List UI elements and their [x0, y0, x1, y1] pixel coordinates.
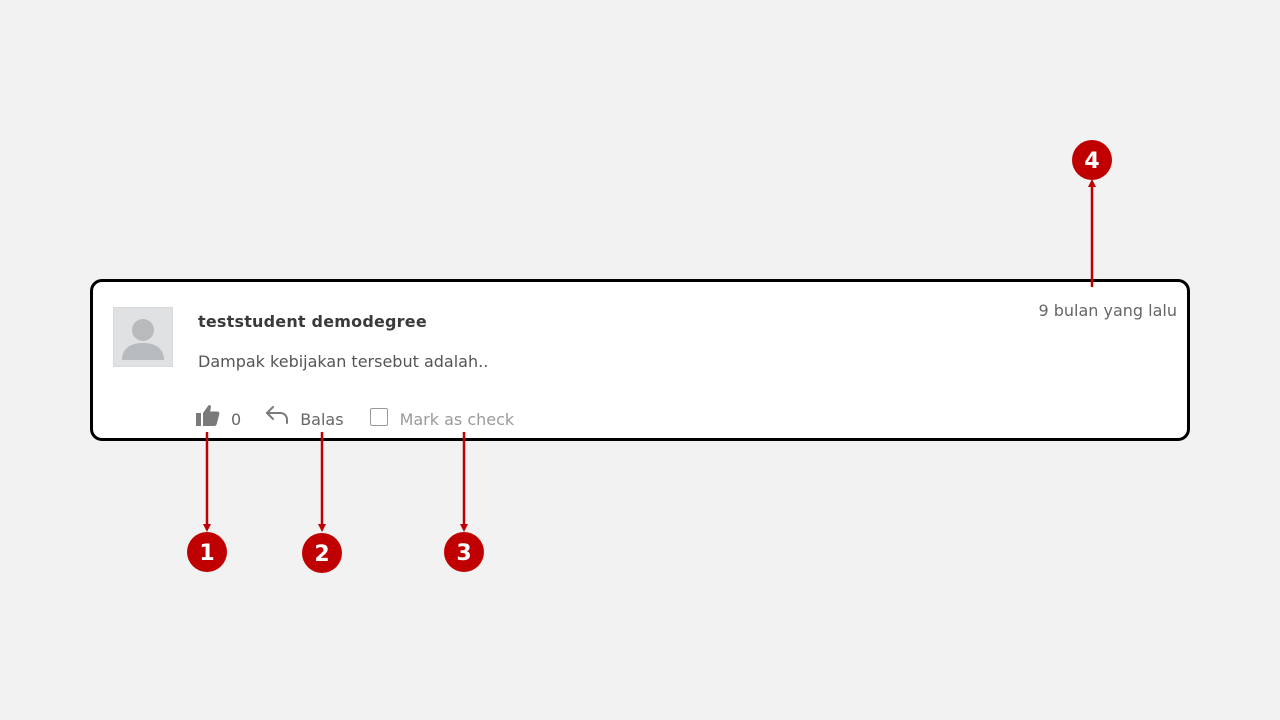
annotation-marker-4: 4: [1072, 140, 1112, 180]
user-silhouette-icon: [122, 319, 164, 360]
comment-actions: 0 Balas Mark as check: [196, 403, 514, 431]
user-avatar: [113, 307, 173, 367]
svg-text:1: 1: [199, 541, 214, 566]
thumbs-up-icon[interactable]: [196, 404, 220, 430]
svg-text:3: 3: [456, 541, 471, 566]
svg-text:4: 4: [1084, 149, 1099, 174]
svg-text:2: 2: [314, 542, 329, 567]
checkbox-icon[interactable]: [369, 408, 388, 426]
comment-text: Dampak kebijakan tersebut adalah..: [198, 352, 489, 371]
mark-as-check[interactable]: Mark as check: [369, 408, 515, 429]
comment-card: teststudent demodegree Dampak kebijakan …: [90, 279, 1190, 441]
mark-as-check-label[interactable]: Mark as check: [400, 410, 515, 429]
author-name: teststudent demodegree: [198, 312, 427, 331]
reply-button[interactable]: Balas: [265, 405, 344, 429]
like-button[interactable]: 0: [196, 404, 241, 430]
like-count: 0: [231, 409, 242, 429]
annotation-marker-1: 1: [187, 532, 227, 572]
annotation-marker-2: 2: [302, 533, 342, 573]
reply-label[interactable]: Balas: [300, 410, 343, 429]
comment-timestamp: 9 bulan yang lalu: [1038, 301, 1177, 320]
reply-arrow-icon[interactable]: [265, 405, 289, 429]
annotation-marker-3: 3: [444, 532, 484, 572]
